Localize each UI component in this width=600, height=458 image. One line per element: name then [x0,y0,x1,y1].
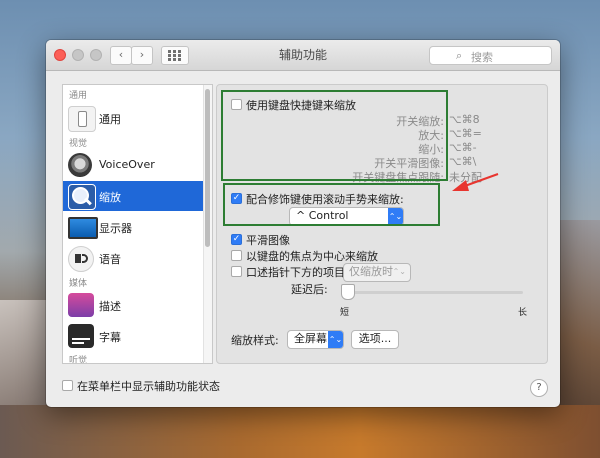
follow-focus-checkbox[interactable] [231,250,242,261]
shortcut-keys: ⌥⌘= [449,127,482,140]
popup-arrows-icon: ⌃⌄ [392,267,406,276]
zoom-settings-panel: 使用键盘快捷键来缩放 开关缩放: ⌥⌘8 放大: ⌥⌘= 缩小: ⌥⌘- 开关平… [216,84,548,364]
speech-icon [68,246,94,272]
help-button[interactable]: ? [530,379,548,397]
search-field[interactable]: ⌕ 搜索 [429,46,552,65]
sidebar-item-label: 显示器 [99,222,132,235]
checkmark-icon: ✓ [232,234,241,244]
sidebar-item-voiceover[interactable]: VoiceOver [63,150,203,180]
forward-button[interactable]: › [131,46,153,65]
speak-items-popup[interactable]: 仅缩放时 ⌃⌄ [343,263,411,282]
speak-items-label: 口述指针下方的项目 [246,266,345,279]
section-header-hearing: 听觉 [69,356,88,364]
zoom-style-label: 缩放样式: [231,334,279,347]
sidebar-item-descriptions[interactable]: 描述 [63,290,203,320]
display-icon [68,217,98,239]
sidebar-item-zoom[interactable]: 缩放 [63,181,203,211]
sidebar-item-label: 字幕 [99,331,121,344]
sidebar-item-captions[interactable]: 字幕 [63,321,203,351]
follow-focus-label: 以键盘的焦点为中心来缩放 [246,250,378,263]
shortcut-keys: ⌥⌘\ [449,155,477,168]
chevron-right-icon: › [139,48,145,61]
section-header-media: 媒体 [69,279,88,289]
search-placeholder: 搜索 [471,51,493,64]
delay-long-label: 长 [518,308,528,318]
smooth-images-checkbox[interactable]: ✓ [231,234,242,245]
delay-label: 延迟后: [291,283,328,296]
annotation-box-scroll-gesture [223,183,440,226]
close-button[interactable] [54,49,66,61]
sidebar-item-label: 语音 [99,253,121,266]
speak-items-checkbox[interactable] [231,266,242,277]
shortcut-keys: ⌥⌘8 [449,113,480,126]
delay-slider-track[interactable] [343,291,523,294]
section-header-general: 通用 [69,91,88,101]
zoom-style-value: 全屏幕 [294,332,327,345]
sidebar-item-label: 描述 [99,300,121,313]
zoom-style-popup[interactable]: 全屏幕 ⌃⌄ [287,330,344,349]
shortcut-keys: ⌥⌘- [449,141,477,154]
window-title: 辅助功能 [278,48,327,62]
desktop-wallpaper-bottom [0,405,600,458]
search-icon: ⌕ [456,49,463,62]
delay-slider-knob[interactable] [341,284,355,300]
captions-icon [68,324,94,348]
descriptions-icon [68,293,94,317]
sidebar-item-display[interactable]: 显示器 [63,212,203,242]
general-icon [68,106,96,132]
annotation-box-shortcuts [221,90,448,181]
annotation-arrow-icon [452,173,499,191]
sidebar-item-label: VoiceOver [99,158,155,171]
sidebar-item-speech[interactable]: 语音 [63,243,203,273]
options-button[interactable]: 选项... [351,330,399,349]
show-status-checkbox[interactable] [62,380,73,391]
preferences-window: ‹ › 辅助功能 ⌕ 搜索 通用 通用 视觉 VoiceOver 缩放 显示器 … [46,40,560,407]
title-bar: ‹ › 辅助功能 ⌕ 搜索 [46,40,560,71]
chevron-left-icon: ‹ [118,48,124,61]
zoom-icon [68,184,96,210]
zoom-window-button[interactable] [90,49,102,61]
show-status-label: 在菜单栏中显示辅助功能状态 [77,380,220,393]
popup-arrows-icon: ⌃⌄ [328,331,343,348]
minimize-button[interactable] [72,49,84,61]
section-header-vision: 视觉 [69,139,88,149]
sidebar-list: 通用 通用 视觉 VoiceOver 缩放 显示器 语音 媒体 描述 字幕 听觉 [62,84,213,364]
sidebar-item-label: 缩放 [99,191,121,204]
delay-short-label: 短 [340,308,350,318]
smooth-images-label: 平滑图像 [246,234,290,247]
back-button[interactable]: ‹ [110,46,132,65]
sidebar-scrollbar-thumb[interactable] [205,89,210,247]
show-all-button[interactable] [161,46,189,65]
sidebar-item-label: 通用 [99,113,121,126]
sidebar-item-general[interactable]: 通用 [63,103,203,133]
voiceover-icon [68,153,92,177]
speak-items-popup-value: 仅缩放时 [349,265,393,278]
